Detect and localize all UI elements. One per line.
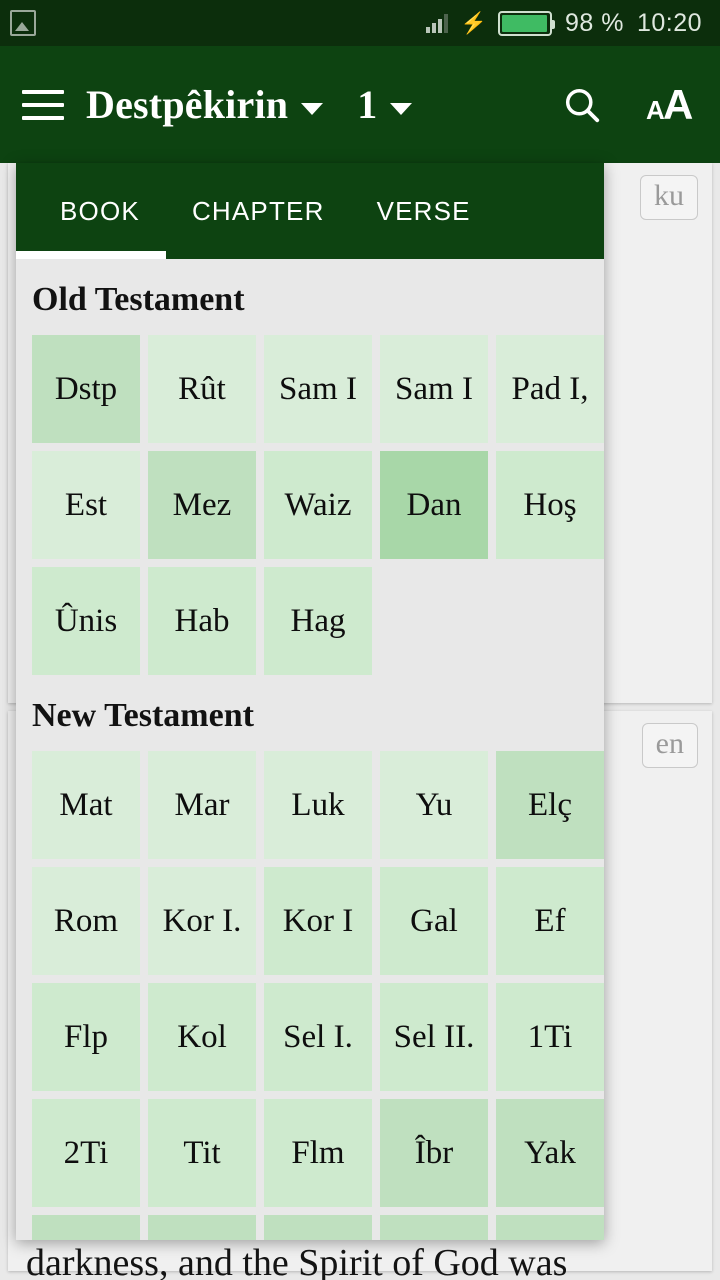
- book-tile-r-t[interactable]: Rût: [148, 335, 256, 443]
- clock-label: 10:20: [636, 8, 702, 37]
- search-icon: [565, 88, 600, 122]
- svg-text:A: A: [663, 81, 693, 128]
- book-tile-tit[interactable]: Tit: [148, 1099, 256, 1207]
- photo-icon: [10, 10, 36, 36]
- book-tile-flm[interactable]: Flm: [264, 1099, 372, 1207]
- book-tile-gal[interactable]: Gal: [380, 867, 488, 975]
- tab-chapter[interactable]: CHAPTER: [166, 163, 351, 259]
- book-tile-yu[interactable]: Yu: [380, 751, 488, 859]
- status-indicators: ⚡ 98 % 10:20: [425, 8, 720, 38]
- book-title-label: Destpêkirin: [86, 82, 289, 127]
- book-tile-2pe[interactable]: 2Pe: [148, 1215, 256, 1240]
- book-tile-ef[interactable]: Ef: [496, 867, 604, 975]
- book-tile-sel-i[interactable]: Sel I.: [264, 983, 372, 1091]
- language-badge-ku[interactable]: ku: [640, 175, 698, 220]
- book-tile-kol[interactable]: Kol: [148, 983, 256, 1091]
- book-tile-sam-i[interactable]: Sam I: [380, 335, 488, 443]
- lightning-bolt-icon: ⚡: [460, 11, 487, 35]
- book-tile-pad-i[interactable]: Pad I,: [496, 335, 604, 443]
- signal-bars-icon: [425, 13, 448, 33]
- tab-book[interactable]: BOOK: [34, 163, 166, 259]
- book-tile-el[interactable]: Elç: [496, 751, 604, 859]
- verse-text-bottom: darkness, and the Spirit of God was movi…: [26, 1238, 712, 1280]
- tab-verse[interactable]: VERSE: [351, 163, 497, 259]
- hamburger-menu-icon[interactable]: [0, 89, 86, 120]
- book-tile-hab[interactable]: Hab: [148, 567, 256, 675]
- book-grid-old-testament: Dstp Rût Sam I Sam I Pad I, Est Mez Waiz Dan Hoş Û…: [16, 335, 604, 675]
- dialog-tab-bar: BOOK CHAPTER VERSE: [16, 163, 604, 259]
- book-tile-mat[interactable]: Mat: [32, 751, 140, 859]
- book-tile-kor-i[interactable]: Kor I: [264, 867, 372, 975]
- chapter-label: 1: [357, 82, 378, 127]
- book-selector-button[interactable]: Destpêkirin: [86, 81, 324, 128]
- font-size-icon: A A: [646, 81, 693, 128]
- book-tile-sam-i[interactable]: Sam I: [264, 335, 372, 443]
- screen: ⚡ 98 % 10:20 Destpêkirin 1 A A ku en dar…: [0, 0, 720, 1280]
- book-tile-luk[interactable]: Luk: [264, 751, 372, 859]
- book-grid-new-testament: Mat Mar Luk Yu Elç Rom Kor I. Kor I Gal Ef Flp Kol S…: [16, 751, 604, 1240]
- book-tile-1ti[interactable]: 1Ti: [496, 983, 604, 1091]
- book-tile-dan[interactable]: Dan: [380, 451, 488, 559]
- chevron-down-icon: [301, 102, 324, 115]
- section-title-new-testament: New Testament: [32, 697, 254, 734]
- battery-percent-label: 98 %: [564, 8, 624, 37]
- active-tab-indicator: [16, 251, 166, 259]
- book-tile-ho[interactable]: Hoş: [496, 451, 604, 559]
- search-button[interactable]: [536, 83, 628, 127]
- status-notification-area: [0, 10, 46, 36]
- status-bar: ⚡ 98 % 10:20: [0, 0, 720, 46]
- bottom-line-1: darkness, and the Spirit of God was: [26, 1242, 568, 1280]
- book-tile-y-h-i[interactable]: Yûh I: [380, 1215, 488, 1240]
- book-tile-dstp[interactable]: Dstp: [32, 335, 140, 443]
- book-tile-mar[interactable]: Mar: [148, 751, 256, 859]
- chevron-down-icon: [390, 102, 413, 115]
- book-tile-y-h-i[interactable]: Yûh I: [264, 1215, 372, 1240]
- book-tile-1pe[interactable]: 1Pe: [32, 1215, 140, 1240]
- book-tile-yak[interactable]: Yak: [496, 1099, 604, 1207]
- book-tile-kor-i[interactable]: Kor I.: [148, 867, 256, 975]
- book-tile-2ti[interactable]: 2Ti: [32, 1099, 140, 1207]
- battery-icon: [497, 10, 555, 36]
- app-bar: Destpêkirin 1 A A: [0, 46, 720, 163]
- book-tile-flp[interactable]: Flp: [32, 983, 140, 1091]
- language-badge-en[interactable]: en: [641, 723, 698, 768]
- book-tile-sel-ii[interactable]: Sel II.: [380, 983, 488, 1091]
- book-tile-hag[interactable]: Hag: [264, 567, 372, 675]
- book-tile-est[interactable]: Est: [32, 451, 140, 559]
- book-tile-waiz[interactable]: Waiz: [264, 451, 372, 559]
- book-tile-mez[interactable]: Mez: [148, 451, 256, 559]
- book-picker-dialog: BOOK CHAPTER VERSE Old Testament Dstp Rût…: [16, 163, 604, 1240]
- font-size-button[interactable]: A A: [628, 81, 720, 129]
- book-tile--br[interactable]: Îbr: [380, 1099, 488, 1207]
- chapter-selector-button[interactable]: 1: [357, 81, 413, 128]
- book-tile-rom[interactable]: Rom: [32, 867, 140, 975]
- section-title-old-testament: Old Testament: [32, 281, 245, 318]
- dialog-body: Old Testament Dstp Rût Sam I Sam I Pad I, Est…: [16, 259, 604, 1240]
- book-tile-y-h-i[interactable]: Yûh I: [496, 1215, 604, 1240]
- book-tile--nis[interactable]: Ûnis: [32, 567, 140, 675]
